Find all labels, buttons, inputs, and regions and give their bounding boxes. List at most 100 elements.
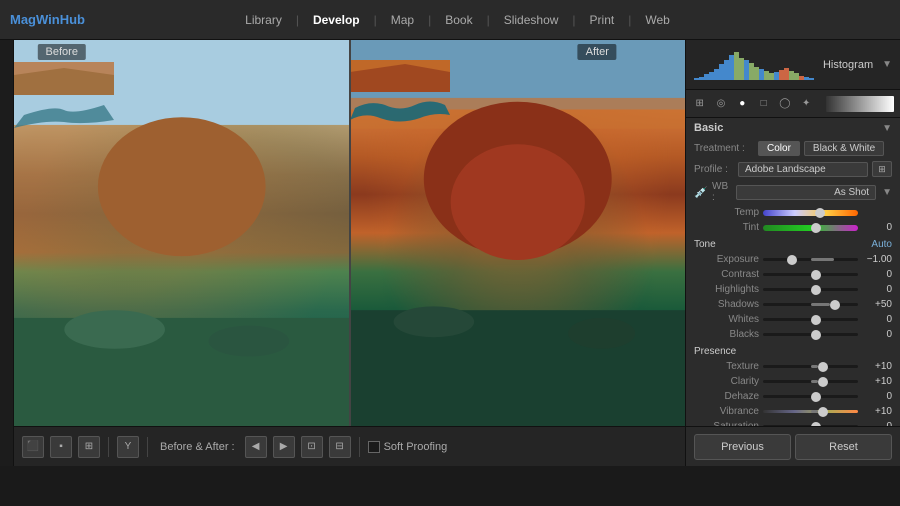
profile-value[interactable]: Adobe Landscape (738, 162, 868, 177)
treatment-bw-btn[interactable]: Black & White (804, 141, 884, 156)
nav-web[interactable]: Web (635, 9, 679, 31)
tint-slider-row: Tint 0 (686, 220, 900, 235)
blacks-track[interactable] (763, 333, 858, 336)
toolbar-btn-3[interactable]: ⊞ (78, 436, 100, 458)
clarity-slider-row: Clarity +10 (686, 374, 900, 389)
clarity-label: Clarity (694, 376, 759, 387)
exposure-thumb[interactable] (787, 255, 797, 265)
toolbar-btn-1[interactable]: ⬛ (22, 436, 44, 458)
temp-slider-row: Temp (686, 205, 900, 220)
dehaze-label: Dehaze (694, 391, 759, 402)
blacks-slider-row: Blacks 0 (686, 327, 900, 342)
brush-tool[interactable]: ✦ (799, 95, 814, 113)
nav-library[interactable]: Library (235, 9, 292, 31)
main-area: Before (0, 40, 900, 466)
tint-thumb[interactable] (811, 223, 821, 233)
contrast-thumb[interactable] (811, 270, 821, 280)
nav-book[interactable]: Book (435, 9, 482, 31)
before-after-label: Before & After : (160, 441, 235, 453)
shadows-thumb[interactable] (830, 300, 840, 310)
treatment-color-btn[interactable]: Color (758, 141, 800, 156)
presence-subheader: Presence (686, 342, 900, 359)
clarity-fill (811, 380, 819, 383)
tint-track[interactable] (763, 225, 858, 231)
tone-auto-btn[interactable]: Auto (871, 239, 892, 250)
bottom-buttons: Previous Reset (686, 426, 900, 466)
reset-button[interactable]: Reset (795, 434, 892, 460)
whites-thumb[interactable] (811, 315, 821, 325)
dehaze-track[interactable] (763, 395, 858, 398)
app-logo: MagWinHub (10, 12, 85, 27)
wb-dropdown-arrow[interactable]: ▼ (882, 187, 892, 198)
shadows-track[interactable] (763, 303, 858, 306)
soft-proofing-label: Soft Proofing (384, 441, 448, 453)
temp-label: Temp (694, 207, 759, 218)
highlights-thumb[interactable] (811, 285, 821, 295)
nav-develop[interactable]: Develop (303, 9, 370, 31)
vibrance-label: Vibrance (694, 406, 759, 417)
treatment-label: Treatment : (694, 143, 754, 154)
photo-before: Before (14, 40, 350, 426)
crop-tool[interactable]: ⊞ (692, 95, 707, 113)
texture-track[interactable] (763, 365, 858, 368)
toolbar-sep-2 (147, 437, 148, 457)
shadows-label: Shadows (694, 299, 759, 310)
saturation-track[interactable] (763, 425, 858, 426)
wb-eyedropper-icon[interactable]: 💉 (694, 185, 708, 199)
temp-track[interactable] (763, 210, 858, 216)
shadows-fill (811, 303, 830, 306)
exposure-fill (811, 258, 835, 261)
contrast-value: 0 (862, 269, 892, 280)
nav-map[interactable]: Map (381, 9, 424, 31)
clarity-thumb[interactable] (818, 377, 828, 387)
texture-thumb[interactable] (818, 362, 828, 372)
left-panel (0, 40, 14, 466)
heal-tool[interactable]: ◎ (713, 95, 728, 113)
tone-subheader: Tone Auto (686, 235, 900, 252)
tool-icons-row: ⊞ ◎ ● □ ◯ ✦ (686, 90, 900, 118)
histogram-arrow[interactable]: ▼ (882, 59, 892, 70)
tone-bar (826, 96, 894, 112)
texture-fill (811, 365, 819, 368)
soft-proofing-checkbox[interactable] (368, 441, 380, 453)
contrast-slider-row: Contrast 0 (686, 267, 900, 282)
clarity-track[interactable] (763, 380, 858, 383)
vibrance-thumb[interactable] (818, 407, 828, 417)
temp-thumb[interactable] (815, 208, 825, 218)
highlights-track[interactable] (763, 288, 858, 291)
whites-track[interactable] (763, 318, 858, 321)
bottom-toolbar: ⬛ ▪ ⊞ Y Before & After : ◀ ▶ ⊡ ⊟ Soft Pr… (14, 426, 685, 466)
toolbar-btn-2[interactable]: ▪ (50, 436, 72, 458)
exposure-track[interactable] (763, 258, 858, 261)
wb-row: 💉 WB : As Shot ▼ (686, 179, 900, 205)
grad-tool[interactable]: □ (756, 95, 771, 113)
rad-tool[interactable]: ◯ (777, 95, 792, 113)
before-after-btn-3[interactable]: ⊡ (301, 436, 323, 458)
blacks-thumb[interactable] (811, 330, 821, 340)
nav-slideshow[interactable]: Slideshow (494, 9, 569, 31)
vibrance-track[interactable] (763, 410, 858, 413)
toolbar-btn-4[interactable]: Y (117, 436, 139, 458)
before-after-btn-1[interactable]: ◀ (245, 436, 267, 458)
basic-section-header[interactable]: Basic ▼ (686, 118, 900, 138)
before-after-btn-2[interactable]: ▶ (273, 436, 295, 458)
center-panel: Before (14, 40, 685, 466)
profile-grid-btn[interactable]: ⊞ (872, 161, 892, 177)
vibrance-value: +10 (862, 406, 892, 417)
highlights-value: 0 (862, 284, 892, 295)
contrast-track[interactable] (763, 273, 858, 276)
saturation-slider-row: Saturation 0 (686, 419, 900, 426)
dehaze-thumb[interactable] (811, 392, 821, 402)
profile-row: Profile : Adobe Landscape ⊞ (686, 159, 900, 179)
saturation-thumb[interactable] (811, 422, 821, 427)
before-after-btn-4[interactable]: ⊟ (329, 436, 351, 458)
wb-value-dropdown[interactable]: As Shot (736, 185, 876, 200)
tint-value: 0 (862, 222, 892, 233)
nav-print[interactable]: Print (580, 9, 625, 31)
basic-section-arrow: ▼ (882, 123, 892, 134)
highlights-label: Highlights (694, 284, 759, 295)
exposure-slider-row: Exposure −1.00 (686, 252, 900, 267)
histogram-bars (694, 50, 814, 80)
previous-button[interactable]: Previous (694, 434, 791, 460)
develop-tool[interactable]: ● (735, 95, 750, 113)
